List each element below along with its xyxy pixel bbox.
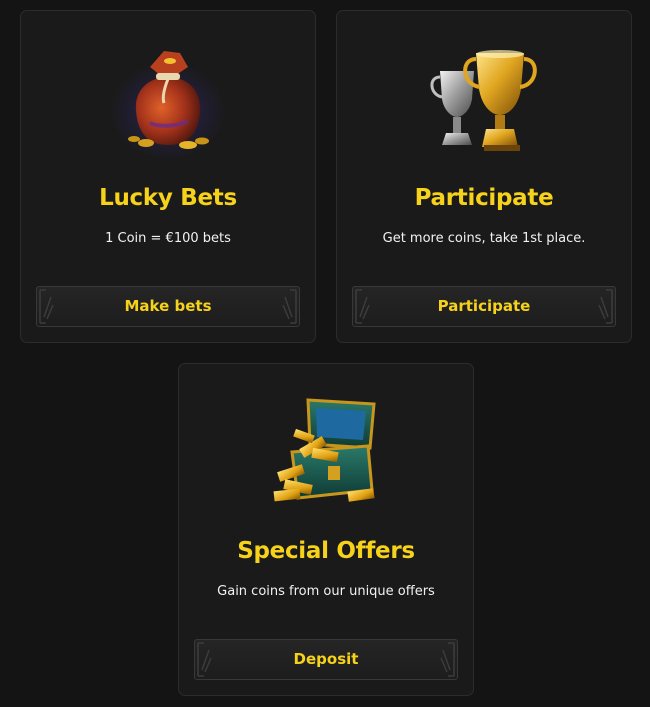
button-ornament-icon bbox=[598, 289, 613, 324]
card-title: Participate bbox=[414, 185, 554, 211]
card-title: Lucky Bets bbox=[99, 185, 237, 211]
button-label: Participate bbox=[437, 297, 531, 315]
card-subtitle: Gain coins from our unique offers bbox=[217, 584, 435, 599]
button-ornament-icon bbox=[39, 289, 54, 324]
button-label: Make bets bbox=[124, 297, 212, 315]
button-ornament-icon bbox=[440, 642, 455, 677]
card-special-offers: Special Offers Gain coins from our uniqu… bbox=[178, 363, 474, 696]
money-bag-icon bbox=[106, 37, 230, 161]
treasure-chest-icon bbox=[264, 390, 388, 514]
participate-button[interactable]: Participate bbox=[352, 286, 616, 327]
make-bets-button[interactable]: Make bets bbox=[36, 286, 300, 327]
card-subtitle: 1 Coin = €100 bets bbox=[105, 231, 231, 246]
button-label: Deposit bbox=[293, 650, 359, 668]
card-subtitle: Get more coins, take 1st place. bbox=[382, 231, 586, 246]
deposit-button[interactable]: Deposit bbox=[194, 639, 458, 680]
trophy-cups-icon bbox=[422, 37, 546, 161]
card-lucky-bets: Lucky Bets 1 Coin = €100 bets Make bets bbox=[20, 10, 316, 343]
card-title: Special Offers bbox=[237, 538, 415, 564]
card-participate: Participate Get more coins, take 1st pla… bbox=[336, 10, 632, 343]
button-ornament-icon bbox=[282, 289, 297, 324]
promo-cards-grid: Lucky Bets 1 Coin = €100 bets Make bets bbox=[0, 0, 650, 707]
button-ornament-icon bbox=[355, 289, 370, 324]
button-ornament-icon bbox=[197, 642, 212, 677]
